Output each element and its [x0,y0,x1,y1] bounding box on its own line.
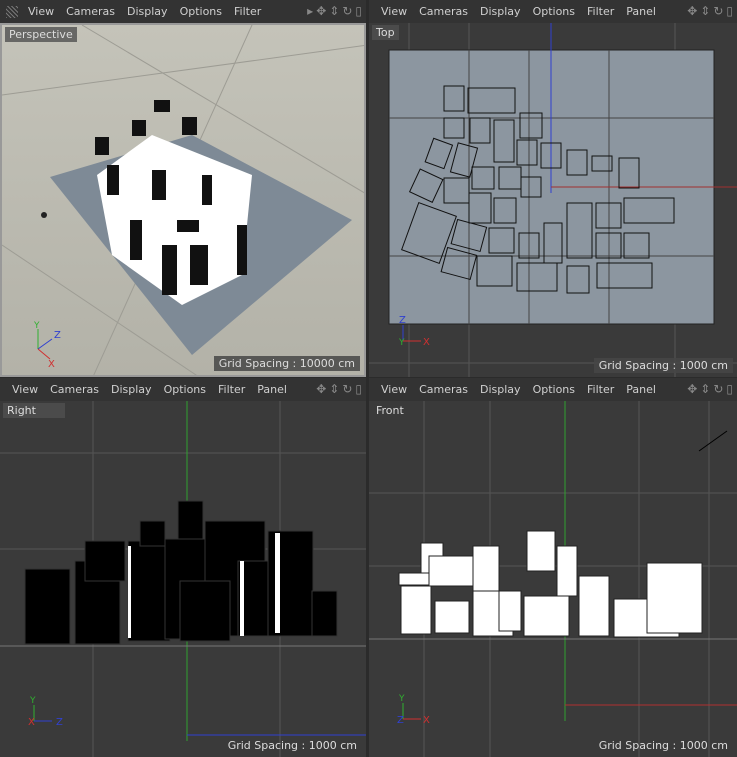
light-line [698,430,728,452]
viewport-menubar: View Cameras Display Options Filter Pane… [369,0,737,23]
axis-z-label: Z [54,330,61,341]
maximize-icon[interactable]: ▯ [726,382,733,396]
perspective-scene: Y Z X [2,25,364,375]
more-arrow-icon[interactable]: ▸ [307,4,313,18]
zoom-icon[interactable]: ⇕ [700,382,710,396]
menu-view[interactable]: View [22,5,60,18]
grid-spacing: Grid Spacing : 1000 cm [593,358,733,373]
viewport-label: Perspective [5,27,77,42]
menu-cameras[interactable]: Cameras [413,383,474,396]
menu-options[interactable]: Options [527,383,581,396]
viewport-canvas[interactable]: Y X Z Right Grid Spacing : 1000 cm [0,401,366,757]
rotate-icon[interactable]: ↻ [713,4,723,18]
move-icon[interactable]: ✥ [687,4,697,18]
grid-spacing: Grid Spacing : 1000 cm [598,739,728,752]
axis-x-label: X [28,717,35,728]
viewport-canvas[interactable]: Z Y X Top Grid Spacing : 1000 cm [369,23,737,377]
viewport-top[interactable]: View Cameras Display Options Filter Pane… [369,0,737,377]
move-icon[interactable]: ✥ [316,4,326,18]
menu-options[interactable]: Options [174,5,228,18]
maximize-icon[interactable]: ▯ [726,4,733,18]
menu-options[interactable]: Options [527,5,581,18]
move-icon[interactable]: ✥ [687,382,697,396]
axis-z-label: Z [397,715,404,726]
grip-icon[interactable] [6,5,18,18]
buildings [95,100,252,305]
axis-y-label: Y [29,696,36,706]
axis-x-label: X [423,337,430,348]
zoom-icon[interactable]: ⇕ [329,382,339,396]
axis-x-label: X [48,359,55,370]
viewport-front[interactable]: View Cameras Display Options Filter Pane… [369,378,737,757]
menu-view[interactable]: View [6,383,44,396]
menu-filter[interactable]: Filter [228,5,267,18]
menu-display[interactable]: Display [474,383,527,396]
viewport-label: Top [372,25,399,40]
move-icon[interactable]: ✥ [316,382,326,396]
top-scene: Z Y X [369,23,737,377]
rotate-icon[interactable]: ↻ [342,4,352,18]
menu-filter[interactable]: Filter [212,383,251,396]
rotate-icon[interactable]: ↻ [713,382,723,396]
front-scene: Y Z X [369,401,737,757]
menu-options[interactable]: Options [158,383,212,396]
rotate-icon[interactable]: ↻ [342,382,352,396]
maximize-icon[interactable]: ▯ [355,4,362,18]
menu-cameras[interactable]: Cameras [44,383,105,396]
menu-display[interactable]: Display [474,5,527,18]
axis-gizmo: Y Z X [33,321,61,370]
axis-y-label: Y [398,694,405,704]
menu-view[interactable]: View [375,383,413,396]
buildings-front [398,530,703,638]
viewport-label: Front [376,404,404,417]
menu-panel[interactable]: Panel [251,383,293,396]
menu-cameras[interactable]: Cameras [60,5,121,18]
menu-filter[interactable]: Filter [581,5,620,18]
menu-filter[interactable]: Filter [581,383,620,396]
viewport-right[interactable]: View Cameras Display Options Filter Pane… [0,378,366,757]
menu-panel[interactable]: Panel [620,383,662,396]
axis-z-label: Z [56,717,63,728]
menu-panel[interactable]: Panel [620,5,662,18]
viewport-canvas[interactable]: Y Z X Front Grid Spacing : 1000 cm [369,401,737,757]
grid-spacing: Grid Spacing : 1000 cm [227,739,357,752]
axis-y-label: Y [398,338,405,348]
zoom-icon[interactable]: ⇕ [700,4,710,18]
axis-y-label: Y [33,321,40,331]
maximize-icon[interactable]: ▯ [355,382,362,396]
axis-gizmo: Y X Z [28,696,63,728]
zoom-icon[interactable]: ⇕ [329,4,339,18]
light-icon [41,212,47,218]
viewport-menubar: View Cameras Display Options Filter ▸ ✥ ⇕ ↻… [0,0,366,23]
axis-gizmo: Y Z X [397,694,430,726]
viewport-menubar: View Cameras Display Options Filter Pane… [369,378,737,401]
right-scene: Y X Z [0,401,366,757]
viewport-menubar: View Cameras Display Options Filter Pane… [0,378,366,401]
menu-cameras[interactable]: Cameras [413,5,474,18]
viewport-label: Right [3,403,65,418]
axis-z-label: Z [399,315,406,326]
buildings-side [24,500,338,645]
menu-display[interactable]: Display [121,5,174,18]
axis-x-label: X [423,715,430,726]
menu-display[interactable]: Display [105,383,158,396]
viewport-perspective[interactable]: View Cameras Display Options Filter ▸ ✥ ⇕ ↻… [0,0,366,377]
viewport-canvas[interactable]: Y Z X Perspective Grid Spacing : 10000 cm [0,23,366,377]
grid-spacing: Grid Spacing : 10000 cm [213,356,360,371]
menu-view[interactable]: View [375,5,413,18]
